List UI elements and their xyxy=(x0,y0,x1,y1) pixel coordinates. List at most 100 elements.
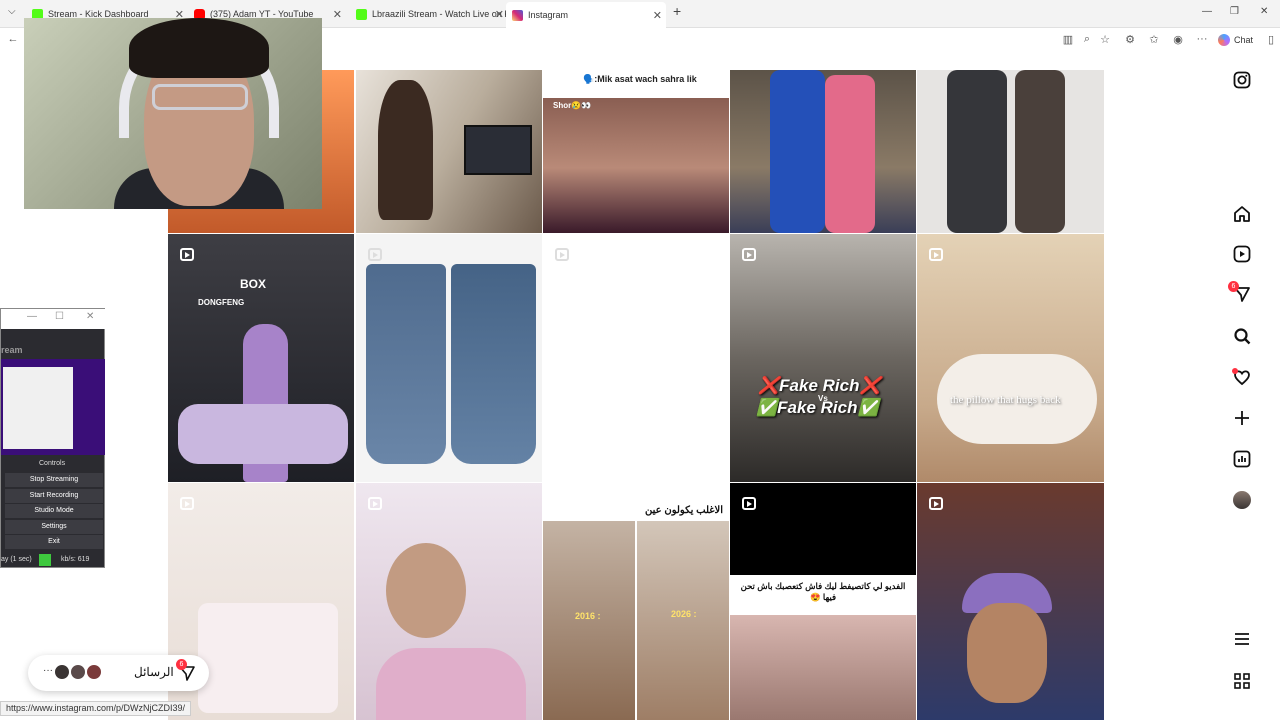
post-caption-overlay: ❌Fake Rich❌ xyxy=(758,376,881,395)
reel-icon xyxy=(180,497,194,510)
post-thumbnail[interactable] xyxy=(356,70,542,233)
messages-bubble[interactable]: ··· الرسائل 6 xyxy=(28,655,209,691)
post-thumbnail[interactable]: الاغلب يكولون عين 2016 : 2026 : xyxy=(543,483,729,720)
studio-mode-button[interactable]: Studio Mode xyxy=(5,504,103,518)
obs-maximize-icon[interactable]: ☐ xyxy=(55,311,64,322)
car-shape xyxy=(178,404,348,464)
profile-icon[interactable]: ◉ xyxy=(1171,33,1185,46)
settings-button[interactable]: Settings xyxy=(5,520,103,534)
obs-preview-frame xyxy=(3,367,73,449)
close-icon[interactable]: ✕ xyxy=(653,9,662,22)
obs-bitrate: kb/s: 619 xyxy=(61,556,90,563)
messages-badge: 6 xyxy=(1228,281,1239,292)
close-icon[interactable]: ✕ xyxy=(333,8,342,21)
post-caption-sub: 2016 : xyxy=(575,611,601,621)
notification-dot xyxy=(1232,368,1238,374)
avatar xyxy=(85,663,103,681)
tab-instagram[interactable]: Instagram ✕ xyxy=(506,2,666,28)
post-thumbnail[interactable]: the pillow that hugs back xyxy=(917,234,1104,482)
instagram-logo-icon[interactable] xyxy=(1230,68,1254,92)
obs-preview xyxy=(1,359,105,455)
face-shape xyxy=(730,615,916,720)
monitor-shape xyxy=(464,125,532,175)
more-dots-icon[interactable]: ··· xyxy=(43,665,53,676)
avatar xyxy=(1233,491,1251,509)
start-recording-button[interactable]: Start Recording xyxy=(5,489,103,503)
reel-icon xyxy=(929,248,943,261)
post-thumbnail[interactable] xyxy=(917,70,1104,233)
post-thumbnail[interactable] xyxy=(356,234,542,482)
obs-minimize-icon[interactable]: — xyxy=(27,311,37,322)
obs-delay-status: ay (1 sec) xyxy=(1,556,32,563)
instagram-favicon-icon xyxy=(512,9,523,21)
post-thumbnail[interactable]: الفديو لي كاتصيفط ليك فاش كتعصبك باش تحن… xyxy=(730,483,916,720)
post-caption-sub: ✅Fake Rich✅ xyxy=(756,398,879,417)
tab-kick-stream[interactable]: Lbraazili Stream - Watch Live on K ✕ xyxy=(350,4,508,24)
post-caption-overlay: BOX xyxy=(240,277,267,291)
jacket-shape xyxy=(947,70,1007,233)
reel-icon xyxy=(180,248,194,261)
extensions-icon[interactable]: ⚙ xyxy=(1123,33,1137,46)
restore-icon[interactable]: ❐ xyxy=(1230,6,1239,17)
copilot-chat-button[interactable]: Chat xyxy=(1218,31,1253,49)
sidebar-toggle-icon[interactable]: ▯ xyxy=(1264,33,1278,46)
dashboard-icon[interactable] xyxy=(1230,447,1254,471)
post-caption-overlay: the pillow that hugs back xyxy=(950,394,1061,406)
obs-controls-label: Controls xyxy=(39,460,66,467)
obs-titlebar: — ☐ ✕ xyxy=(1,309,106,329)
stop-streaming-button[interactable]: Stop Streaming xyxy=(5,473,103,487)
reel-icon xyxy=(368,497,382,510)
zoom-icon[interactable]: ⌕ xyxy=(1080,33,1094,46)
more-menu-icon[interactable]: ··· xyxy=(1195,33,1209,45)
post-thumbnail[interactable] xyxy=(730,70,916,233)
reel-icon xyxy=(742,248,756,261)
back-icon[interactable]: ← xyxy=(6,33,20,45)
post-thumbnail[interactable] xyxy=(917,483,1104,720)
face-shape xyxy=(967,603,1047,703)
minimize-icon[interactable]: — xyxy=(1202,6,1212,17)
post-thumbnail[interactable]: BOX DONGFENG xyxy=(168,234,354,482)
profile-avatar[interactable] xyxy=(1230,488,1254,512)
search-icon[interactable] xyxy=(1230,324,1254,348)
reel-icon xyxy=(368,248,382,261)
close-icon[interactable]: ✕ xyxy=(495,8,504,21)
direct-messages-icon[interactable]: 6 xyxy=(1228,281,1254,306)
obs-close-icon[interactable]: ✕ xyxy=(86,311,94,322)
glasses-shape xyxy=(152,84,248,110)
post-caption-overlay: الفديو لي كاتصيفط ليك فاش كتعصبك باش تحن… xyxy=(740,581,906,602)
home-icon[interactable] xyxy=(1230,202,1254,226)
close-window-icon[interactable]: ✕ xyxy=(1260,6,1268,17)
post-thumbnail[interactable] xyxy=(356,483,542,720)
post-caption-overlay: 🗣️:Mik asat wach sahra lik xyxy=(583,74,697,84)
more-apps-icon[interactable] xyxy=(1230,669,1254,693)
copilot-icon xyxy=(1218,34,1230,46)
favorites-icon[interactable]: ✩ xyxy=(1147,33,1161,46)
messages-count-badge: 6 xyxy=(176,659,187,670)
post-thumbnail[interactable]: 🗣️:Mik asat wach sahra lik Shor😢👀 xyxy=(543,70,729,233)
exit-button[interactable]: Exit xyxy=(5,535,103,549)
new-tab-button[interactable]: + xyxy=(673,3,681,19)
person-shape xyxy=(770,70,825,233)
shirt-shape xyxy=(376,648,526,720)
tab-list-chevron-icon[interactable]: ⌵ xyxy=(8,6,16,17)
reel-icon xyxy=(555,248,569,261)
create-plus-icon[interactable] xyxy=(1230,406,1254,430)
reel-icon xyxy=(742,497,756,510)
notifications-heart-icon[interactable] xyxy=(1230,365,1254,389)
post-thumbnail[interactable] xyxy=(543,234,729,482)
jeans-shape xyxy=(366,264,446,464)
person-shape xyxy=(825,75,875,233)
reels-icon[interactable] xyxy=(1230,242,1254,266)
obs-title-text: ream xyxy=(1,345,23,355)
post-thumbnail[interactable]: ❌Fake Rich❌ Vs ✅Fake Rich✅ xyxy=(730,234,916,482)
favorite-star-icon[interactable]: ☆ xyxy=(1098,33,1112,46)
menu-icon[interactable] xyxy=(1230,627,1254,651)
obs-window: — ☐ ✕ ream Controls Stop Streaming Start… xyxy=(0,308,106,568)
person-shape xyxy=(378,80,433,220)
post-caption-sub: 2026 : xyxy=(671,609,697,619)
mannequin-shape xyxy=(1015,70,1065,233)
split-screen-icon[interactable]: ▥ xyxy=(1061,33,1075,46)
tab-title: Lbraazili Stream - Watch Live on K xyxy=(372,9,508,19)
tab-title: Instagram xyxy=(528,10,569,20)
status-bar-url: https://www.instagram.com/p/DWzNjCZDI39/ xyxy=(0,701,192,716)
